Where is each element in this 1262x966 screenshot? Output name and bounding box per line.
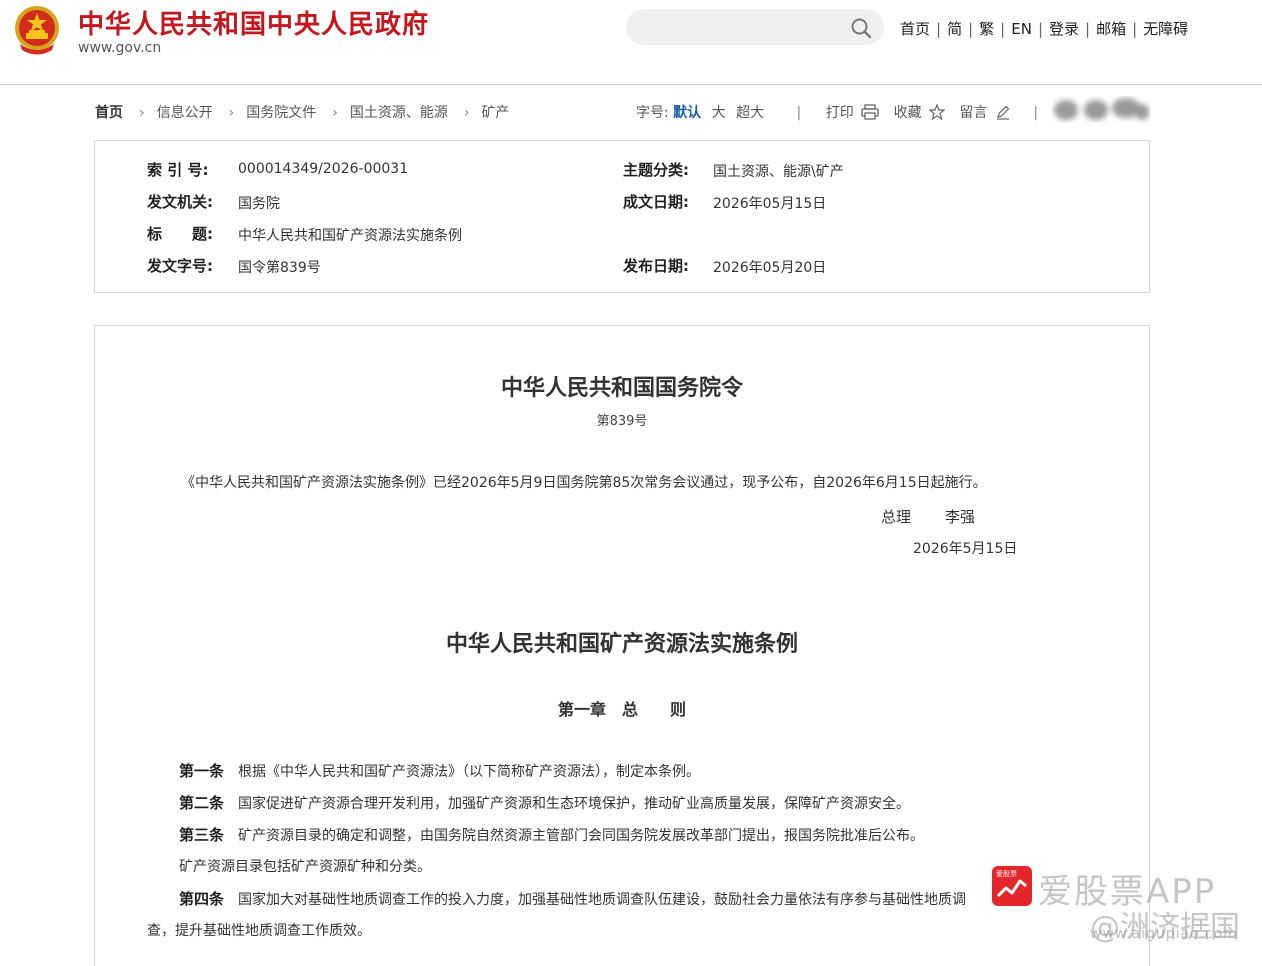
article-number: 第四条	[179, 890, 225, 908]
article-number: 第二条	[179, 794, 225, 812]
star-icon[interactable]	[929, 104, 946, 120]
nav-english[interactable]: EN	[1011, 20, 1032, 38]
doc-number-value: 国令第839号	[238, 260, 321, 276]
article-text: 国家促进矿产资源合理开发利用，加强矿产资源和生态环境保护，推动矿业高质量发展，保…	[238, 796, 911, 812]
print-button[interactable]: 打印	[826, 105, 854, 121]
pencil-icon[interactable]	[995, 104, 1011, 120]
font-size-default[interactable]: 默认	[673, 105, 701, 121]
nav-home[interactable]: 首页	[900, 20, 930, 38]
title-label: 标 题:	[147, 225, 213, 243]
issuer-value: 国务院	[238, 196, 280, 212]
printer-icon[interactable]	[861, 104, 879, 120]
nav-simplified[interactable]: 简	[947, 20, 962, 38]
breadcrumb: 首页 › 信息公开 › 国务院文件 › 国土资源、能源 › 矿产	[95, 102, 509, 122]
chevron-right-icon: ›	[463, 105, 470, 121]
publish-date-value: 2026年05月20日	[713, 260, 827, 276]
site-domain: www.gov.cn	[78, 40, 162, 56]
nav-separator: |	[968, 20, 974, 38]
nav-accessibility[interactable]: 无障碍	[1143, 20, 1188, 38]
category-label: 主题分类:	[623, 161, 689, 179]
nav-mail[interactable]: 邮箱	[1096, 20, 1126, 38]
article-paragraph: 矿产资源目录包括矿产资源矿种和分类。	[179, 856, 431, 876]
index-value: 000014349/2026-00031	[238, 161, 409, 177]
app-logo-icon: 爱股票	[992, 866, 1032, 906]
article-text: 矿产资源目录的确定和调整，由国务院自然资源主管部门会同国务院发展改革部门提出，报…	[238, 828, 925, 844]
chevron-right-icon: ›	[139, 105, 145, 121]
regulation-title: 中华人民共和国矿产资源法实施条例	[445, 631, 798, 657]
signer-title: 总理	[881, 508, 912, 526]
font-size-label: 字号:	[636, 105, 669, 121]
sign-date: 2026年5月15日	[913, 541, 1018, 557]
chapter-title: 第一章 总 则	[557, 700, 686, 719]
search-input[interactable]	[642, 16, 846, 40]
breadcrumb-state-council-docs[interactable]: 国务院文件	[246, 105, 316, 121]
document-metadata: 索 引 号: 000014349/2026-00031 主题分类: 国土资源、能…	[94, 140, 1150, 293]
index-label: 索 引 号:	[147, 161, 209, 179]
national-emblem-icon[interactable]	[12, 4, 62, 56]
doc-number-label: 发文字号:	[147, 257, 213, 275]
nav-traditional[interactable]: 繁	[979, 20, 994, 38]
site-title[interactable]: 中华人民共和国中央人民政府	[78, 4, 429, 41]
font-size-xlarge[interactable]: 超大	[736, 105, 764, 121]
nav-separator: |	[1132, 20, 1138, 38]
publish-date-label: 发布日期:	[623, 257, 689, 275]
promulgation-text: 《中华人民共和国矿产资源法实施条例》已经2026年5月9日国务院第85次常务会议…	[181, 475, 987, 491]
article-paragraph: 第二条 国家促进矿产资源合理开发利用，加强矿产资源和生态环境保护，推动矿业高质量发…	[179, 792, 910, 813]
search-box	[626, 9, 884, 45]
share-icons-blurred[interactable]	[1052, 96, 1150, 124]
article-paragraph: 第四条 国家加大对基础性地质调查工作的投入力度，加强基础性地质调查队伍建设，鼓励社…	[179, 888, 966, 909]
search-icon[interactable]	[850, 17, 872, 39]
breadcrumb-land-energy[interactable]: 国土资源、能源	[350, 105, 448, 121]
top-nav: 首页 | 简 | 繁 | EN | 登录 | 邮箱 | 无障碍	[900, 18, 1188, 39]
issuer-label: 发文机关:	[147, 193, 213, 211]
article-number: 第一条	[179, 762, 225, 780]
breadcrumb-minerals[interactable]: 矿产	[481, 105, 509, 121]
order-title: 中华人民共和国国务院令	[500, 375, 743, 401]
article-paragraph: 第一条 根据《中华人民共和国矿产资源法》（以下简称矿产资源法），制定本条例。	[179, 760, 700, 781]
font-size-large[interactable]: 大	[712, 105, 726, 121]
article-number: 第三条	[179, 826, 225, 844]
article-text: 矿产资源目录包括矿产资源矿种和分类。	[179, 859, 431, 875]
chevron-right-icon: ›	[228, 105, 235, 121]
breadcrumb-info-public[interactable]: 信息公开	[157, 105, 213, 121]
category-value: 国土资源、能源\矿产	[713, 164, 844, 180]
nav-separator: |	[1085, 20, 1091, 38]
toolbar-separator: |	[1033, 105, 1039, 121]
app-watermark: 爱股票 爱股票APP	[992, 866, 1262, 912]
title-value: 中华人民共和国矿产资源法实施条例	[238, 228, 462, 244]
written-date-label: 成文日期:	[623, 193, 689, 211]
article-toolbar: 字号: 默认 大 超大 | 打印 收藏 留言 |	[636, 102, 1058, 122]
written-date-value: 2026年05月15日	[713, 196, 827, 212]
article-text: 根据《中华人民共和国矿产资源法》（以下简称矿产资源法），制定本条例。	[238, 764, 701, 780]
url-watermark: www.aigupiao.com	[1090, 926, 1238, 942]
order-number: 第839号	[596, 414, 648, 429]
nav-separator: |	[1000, 20, 1006, 38]
nav-separator: |	[936, 20, 942, 38]
article-paragraph: 查，提升基础性地质调查工作质效。	[147, 920, 371, 940]
chevron-right-icon: ›	[332, 105, 338, 121]
nav-login[interactable]: 登录	[1049, 20, 1079, 38]
article-paragraph: 第三条 矿产资源目录的确定和调整，由国务院自然资源主管部门会同国务院发展改革部门提…	[179, 824, 924, 845]
comment-button[interactable]: 留言	[960, 105, 988, 121]
favorite-button[interactable]: 收藏	[894, 105, 922, 121]
site-header: 中华人民共和国中央人民政府 www.gov.cn 首页 | 简 | 繁 | EN | 登录 | 邮箱…	[0, 0, 1262, 85]
article-text: 查，提升基础性地质调查工作质效。	[147, 923, 371, 939]
signer-name: 李强	[945, 508, 976, 526]
nav-separator: |	[1037, 20, 1043, 38]
breadcrumb-home[interactable]: 首页	[95, 105, 123, 121]
signer: 总理 李强	[881, 506, 975, 527]
article-text: 国家加大对基础性地质调查工作的投入力度，加强基础性地质调查队伍建设，鼓励社会力量…	[238, 892, 967, 908]
toolbar-separator: |	[796, 105, 802, 121]
